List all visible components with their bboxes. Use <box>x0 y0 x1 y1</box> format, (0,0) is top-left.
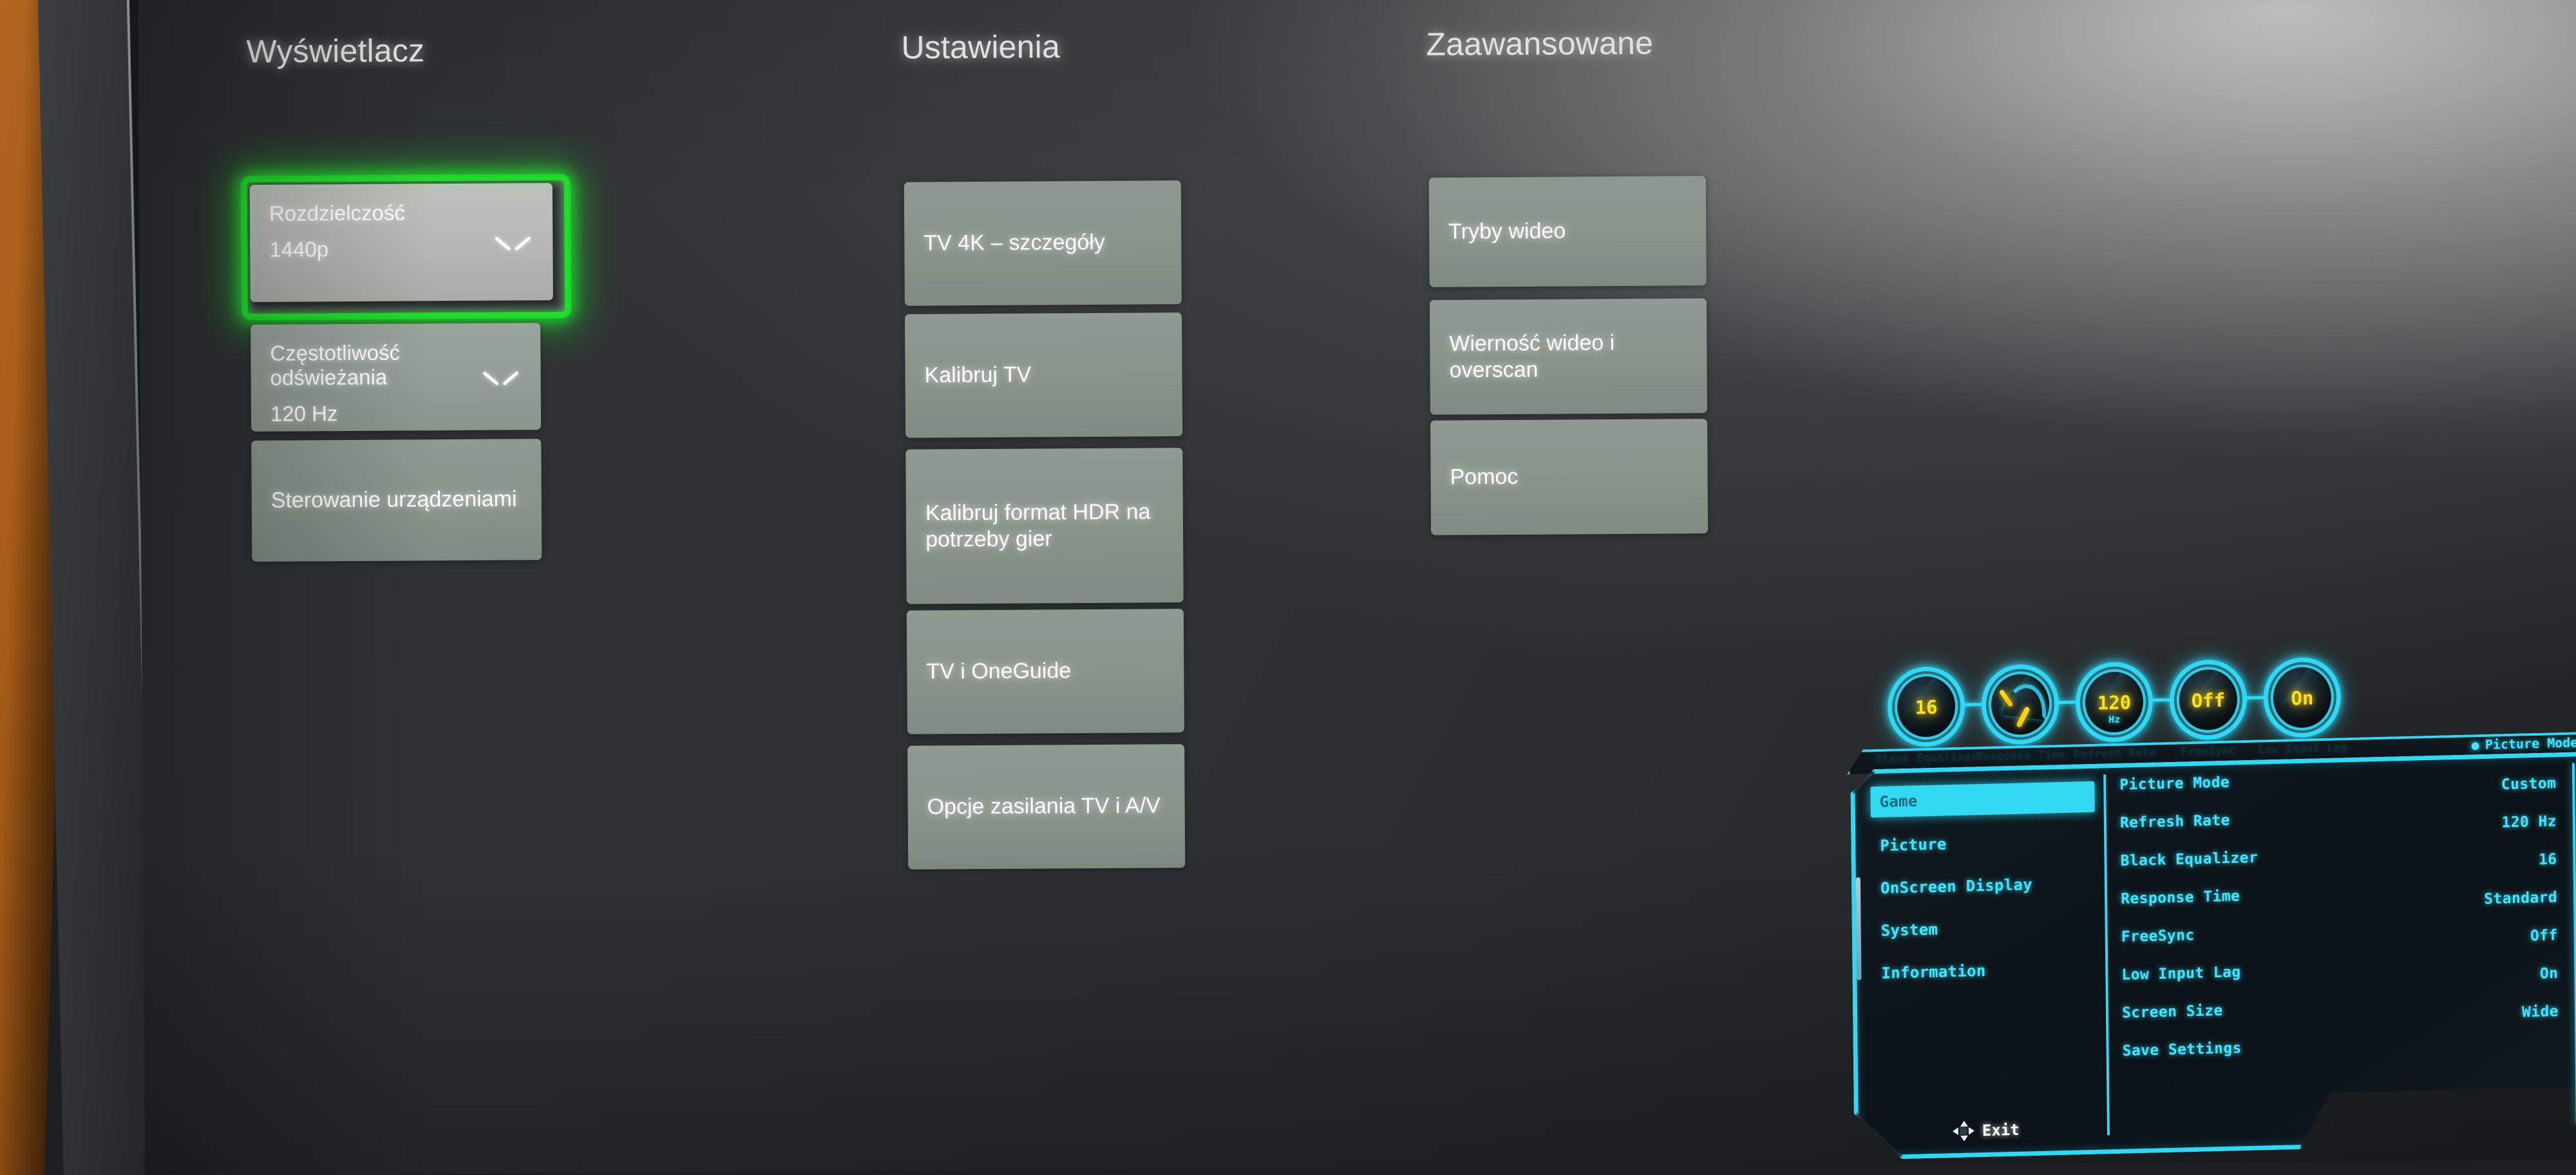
osd-setting-key: Save Settings <box>2122 1040 2242 1060</box>
gauge-value: 120 <box>2097 691 2132 714</box>
osd-exit-label: Exit <box>1982 1120 2020 1140</box>
osd-setting-value: Wide <box>2521 1003 2559 1021</box>
tile-settings-4[interactable]: Opcje zasilania TV i A/V <box>907 744 1186 870</box>
tile-settings-1[interactable]: Kalibruj TV <box>905 312 1183 438</box>
osd-settings-list[interactable]: Picture Mode Custom Refresh Rate 120 Hz Blac… <box>2119 766 2567 1081</box>
tile-value: 120 Hz <box>270 401 338 426</box>
osd-setting-key: Screen Size <box>2121 1002 2223 1022</box>
osd-gauge-2[interactable]: 120HzRefresh Rate <box>2074 661 2170 761</box>
column-heading-advanced: Zaawansowane <box>1426 24 1654 62</box>
tile-label: Opcje zasilania TV i A/V <box>927 793 1161 819</box>
tile-label: Pomoc <box>1450 464 1519 490</box>
gauge-value: 16 <box>1915 696 1938 719</box>
chevron-down-icon <box>484 369 518 388</box>
osd-gauge-1[interactable]: Response Time <box>1976 664 2076 763</box>
tile-settings-2[interactable]: Kalibruj format HDR na potrzeby gier <box>905 448 1184 604</box>
tile-label: Wierność wideo i overscan <box>1449 330 1615 383</box>
monitor-osd-overlay: 16Black EqualizerResponse Time120HzRefre… <box>1855 642 2576 1175</box>
osd-gauge-4[interactable]: OnLow Input Lag <box>2258 656 2347 756</box>
gauge-value: Off <box>2191 689 2226 712</box>
osd-setting-value: Off <box>2530 927 2558 945</box>
chevron-down-icon <box>496 234 529 254</box>
tile-display-1[interactable]: Częstotliwość odświeżania 120 Hz <box>251 323 542 432</box>
gauge-connector <box>2056 700 2076 705</box>
osd-setting-key: Refresh Rate <box>2119 812 2230 832</box>
tile-label: Rozdzielczość <box>269 200 406 225</box>
osd-nav-list[interactable]: Game Picture OnScreen Display System Informa… <box>1855 774 2110 1142</box>
tile-label: TV 4K – szczegóły <box>923 230 1106 256</box>
osd-setting-key: Picture Mode <box>2119 774 2230 794</box>
picture-mode-prefix: Picture Mode: <box>2485 734 2576 752</box>
osd-exit-button[interactable]: Exit <box>1952 1120 2020 1142</box>
osd-gauge-3[interactable]: OffFreeSync <box>2169 658 2264 758</box>
osd-setting-value: On <box>2539 965 2559 982</box>
osd-picture-mode-badge: Picture Mode:Custom <box>2471 733 2576 752</box>
osd-gauge-0[interactable]: 16Black Equalizer <box>1875 665 1982 766</box>
osd-nav-item-4[interactable]: Information <box>1872 954 2096 988</box>
osd-setting-value: 120 Hz <box>2501 813 2557 832</box>
osd-setting-key: Black Equalizer <box>2120 849 2259 870</box>
osd-setting-key: Low Input Lag <box>2121 964 2241 984</box>
osd-panel: Picture Mode:Custom GamePictureOnScreen … <box>1852 752 2576 1158</box>
gauge-value: On <box>2291 687 2314 710</box>
tile-advanced-0[interactable]: Tryby wideo <box>1428 176 1707 287</box>
osd-nav-item-3[interactable]: System <box>1871 912 2096 946</box>
osd-setting-value: Custom <box>2501 775 2557 794</box>
dpad-icon <box>1952 1120 1975 1142</box>
tile-settings-0[interactable]: TV 4K – szczegóły <box>904 180 1182 306</box>
gauge-unit: Hz <box>2108 713 2121 726</box>
osd-nav-item-2[interactable]: OnScreen Display <box>1871 869 2096 903</box>
tile-advanced-2[interactable]: Pomoc <box>1430 419 1709 535</box>
tile-label: TV i OneGuide <box>926 658 1072 684</box>
column-heading-display: Wyświetlacz <box>246 32 425 70</box>
tile-label: Kalibruj TV <box>924 362 1032 388</box>
tile-label: Tryby wideo <box>1448 218 1566 244</box>
tile-display-2[interactable]: Sterowanie urządzeniami <box>251 439 542 562</box>
osd-setting-value: 16 <box>2538 851 2557 868</box>
tile-label: Kalibruj format HDR na potrzeby gier <box>925 499 1151 552</box>
osd-setting-value: Standard <box>2484 889 2558 908</box>
tile-label: Sterowanie urządzeniami <box>270 486 517 513</box>
gauge-connector <box>2244 696 2264 700</box>
osd-nav-item-1[interactable]: Picture <box>1871 826 2095 861</box>
osd-setting-key: Response Time <box>2121 888 2240 908</box>
tile-display-0[interactable]: Rozdzielczość 1440p <box>249 183 553 302</box>
gauge-connector <box>2150 698 2170 702</box>
osd-setting-key: FreeSync <box>2121 926 2195 946</box>
monitor-screen: Wyświetlacz Rozdzielczość 1440p Częstotliwo… <box>138 0 2576 1175</box>
tile-value: 1440p <box>269 237 329 262</box>
photographed-monitor-scene: Wyświetlacz Rozdzielczość 1440p Częstotliwo… <box>0 0 2576 1175</box>
gauge-connector <box>1962 702 1982 707</box>
tile-settings-3[interactable]: TV i OneGuide <box>906 609 1184 734</box>
column-heading-settings: Ustawienia <box>901 28 1061 66</box>
osd-nav-item-0[interactable]: Game <box>1870 781 2095 818</box>
tile-advanced-1[interactable]: Wierność wideo i overscan <box>1429 298 1707 415</box>
status-dot-icon <box>2471 741 2479 750</box>
